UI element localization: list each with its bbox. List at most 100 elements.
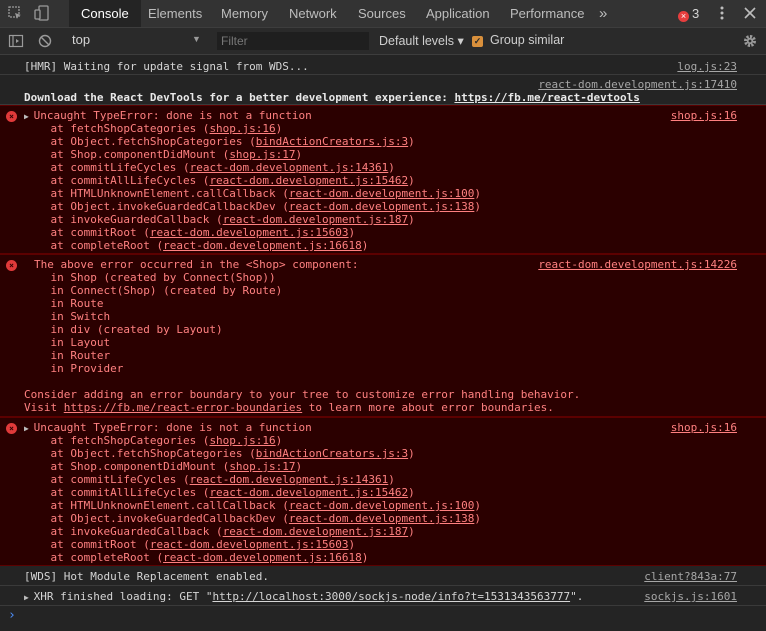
error-count-badge[interactable]: × 3	[678, 0, 699, 27]
kebab-menu-icon[interactable]	[714, 5, 730, 21]
stack-line: at fetchShopCategories (shop.js:16)	[24, 434, 283, 447]
tab-sources[interactable]: Sources	[358, 0, 406, 27]
stack-source-link[interactable]: shop.js:17	[229, 460, 295, 473]
tab-network[interactable]: Network	[289, 0, 337, 27]
stack-line: in Layout	[24, 336, 111, 349]
stack-line: at fetchShopCategories (shop.js:16)	[24, 122, 283, 135]
stack-line: at Shop.componentDidMount (shop.js:17)	[24, 148, 303, 161]
prompt-chevron-icon: ›	[8, 608, 16, 623]
stack-source-link[interactable]: react-dom.development.js:14361	[190, 161, 389, 174]
stack-source-link[interactable]: react-dom.development.js:15462	[209, 174, 408, 187]
error-count-icon: ×	[678, 11, 689, 22]
group-similar-checkbox[interactable]: ✓	[472, 36, 483, 47]
stack-line: at commitAllLifeCycles (react-dom.develo…	[24, 174, 415, 187]
stack-source-link[interactable]: react-dom.development.js:16618	[163, 551, 362, 564]
stack-line: in Provider	[24, 362, 124, 375]
error-headline: ▶ Uncaught TypeError: done is not a func…	[24, 109, 312, 122]
stack-line: at Object.invokeGuardedCallbackDev (reac…	[24, 200, 481, 213]
error-message-3: × shop.js:16 ▶ Uncaught TypeError: done …	[0, 417, 766, 566]
xhr-url-link[interactable]: http://localhost:3000/sockjs-node/info?t…	[212, 590, 570, 603]
stack-source-link[interactable]: shop.js:16	[209, 122, 275, 135]
source-link[interactable]: react-dom.development.js:17410	[538, 78, 737, 91]
stack-source-link[interactable]: react-dom.development.js:15462	[209, 486, 408, 499]
sidebar-toggle-icon[interactable]	[8, 33, 24, 49]
stack-source-link[interactable]: bindActionCreators.js:3	[256, 135, 408, 148]
log-text: [HMR] Waiting for update signal from WDS…	[24, 60, 309, 73]
source-link[interactable]: log.js:23	[677, 60, 737, 73]
source-link[interactable]: client?843a:77	[644, 570, 737, 583]
stack-source-link[interactable]: react-dom.development.js:14361	[190, 473, 389, 486]
stack-line: at commitRoot (react-dom.development.js:…	[24, 538, 356, 551]
stack-line: Consider adding an error boundary to you…	[24, 388, 581, 401]
stack-line: Visit https://fb.me/react-error-boundari…	[24, 401, 554, 414]
stack-source-link[interactable]: react-dom.development.js:138	[289, 200, 474, 213]
device-toolbar-icon[interactable]	[34, 5, 50, 21]
stack-line: in Switch	[24, 310, 111, 323]
context-selector[interactable]: top	[72, 32, 90, 47]
error-count: 3	[692, 6, 700, 21]
log-message-wds: [WDS] Hot Module Replacement enabled. cl…	[0, 566, 766, 586]
stack-line: at HTMLUnknownElement.callCallback (reac…	[24, 187, 481, 200]
stack-source-link[interactable]: bindActionCreators.js:3	[256, 447, 408, 460]
stack-source-link[interactable]: react-dom.development.js:15603	[150, 538, 349, 551]
source-link[interactable]: shop.js:16	[671, 421, 737, 434]
devtools-link[interactable]: https://fb.me/react-devtools	[454, 91, 639, 104]
error-icon: ×	[6, 111, 17, 122]
context-dropdown-icon[interactable]: ▼	[192, 34, 201, 44]
stack-line: at completeRoot (react-dom.development.j…	[24, 239, 369, 252]
error-headline: ▶ Uncaught TypeError: done is not a func…	[24, 421, 312, 434]
log-message-hmr: [HMR] Waiting for update signal from WDS…	[0, 55, 766, 75]
stack-source-link[interactable]: https://fb.me/react-error-boundaries	[64, 401, 302, 414]
clear-console-icon[interactable]	[37, 33, 53, 49]
more-tabs-icon[interactable]: »	[599, 0, 607, 27]
tab-memory[interactable]: Memory	[221, 0, 268, 27]
filter-input[interactable]	[217, 32, 369, 50]
stack-line: at Object.invokeGuardedCallbackDev (reac…	[24, 512, 481, 525]
stack-line: in Router	[24, 349, 111, 362]
stack-source-link[interactable]: shop.js:17	[229, 148, 295, 161]
tab-console[interactable]: Console	[69, 0, 141, 27]
stack-source-link[interactable]: react-dom.development.js:187	[223, 525, 408, 538]
log-message-xhr: ▶ XHR finished loading: GET "http://loca…	[0, 586, 766, 606]
stack-line: at commitLifeCycles (react-dom.developme…	[24, 473, 395, 486]
tab-performance[interactable]: Performance	[510, 0, 584, 27]
error-icon: ×	[6, 260, 17, 271]
error-icon: ×	[6, 423, 17, 434]
stack-source-link[interactable]: react-dom.development.js:138	[289, 512, 474, 525]
source-link[interactable]: shop.js:16	[671, 109, 737, 122]
stack-line: at completeRoot (react-dom.development.j…	[24, 551, 369, 564]
tab-application[interactable]: Application	[426, 0, 490, 27]
stack-source-link[interactable]: shop.js:16	[209, 434, 275, 447]
inspect-icon[interactable]	[7, 5, 23, 21]
stack-source-link[interactable]: react-dom.development.js:187	[223, 213, 408, 226]
stack-line: at Shop.componentDidMount (shop.js:17)	[24, 460, 303, 473]
source-link[interactable]: react-dom.development.js:14226	[538, 258, 737, 271]
group-similar-label[interactable]: Group similar	[490, 33, 564, 47]
source-link[interactable]: sockjs.js:1601	[644, 590, 737, 603]
stack-line: at invokeGuardedCallback (react-dom.deve…	[24, 525, 415, 538]
expand-triangle-icon[interactable]: ▶	[24, 112, 34, 121]
stack-line: at HTMLUnknownElement.callCallback (reac…	[24, 499, 481, 512]
stack-source-link[interactable]: react-dom.development.js:100	[289, 187, 474, 200]
console-prompt-row[interactable]: ›	[0, 606, 766, 628]
stack-source-link[interactable]: react-dom.development.js:100	[289, 499, 474, 512]
stack-line: in div (created by Layout)	[24, 323, 223, 336]
stack-line: at commitRoot (react-dom.development.js:…	[24, 226, 356, 239]
stack-line: at commitAllLifeCycles (react-dom.develo…	[24, 486, 415, 499]
stack-line: in Route	[24, 297, 104, 310]
stack-line: in Shop (created by Connect(Shop))	[24, 271, 276, 284]
stack-line	[0, 375, 766, 388]
stack-source-link[interactable]: react-dom.development.js:16618	[163, 239, 362, 252]
expand-triangle-icon[interactable]: ▶	[24, 593, 34, 602]
stack-line: at Object.fetchShopCategories (bindActio…	[24, 447, 415, 460]
expand-triangle-icon[interactable]: ▶	[24, 424, 34, 433]
log-text: Download the React DevTools for a better…	[24, 91, 455, 104]
log-levels-dropdown[interactable]: Default levels ▾	[379, 33, 464, 48]
console-output: [HMR] Waiting for update signal from WDS…	[0, 55, 766, 631]
settings-icon[interactable]	[742, 33, 758, 49]
stack-source-link[interactable]: react-dom.development.js:15603	[150, 226, 349, 239]
tab-elements[interactable]: Elements	[148, 0, 202, 27]
stack-line: at Object.fetchShopCategories (bindActio…	[24, 135, 415, 148]
stack-line: at commitLifeCycles (react-dom.developme…	[24, 161, 395, 174]
close-icon[interactable]	[742, 5, 758, 21]
